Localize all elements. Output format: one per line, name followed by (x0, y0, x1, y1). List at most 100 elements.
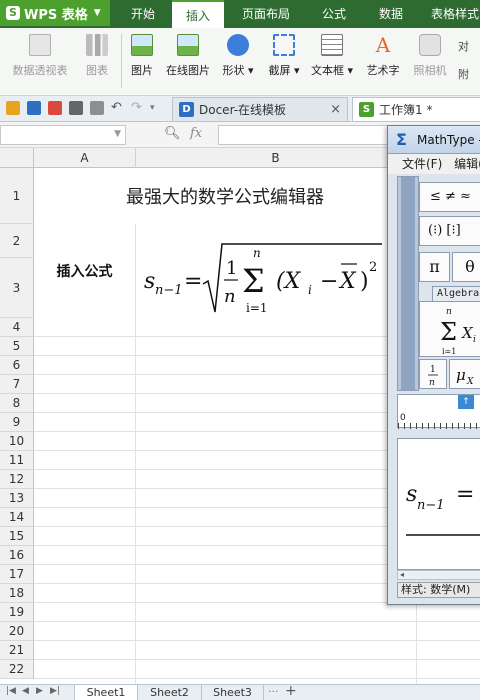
picture-label: 图片 (131, 64, 153, 77)
last-sheet-icon[interactable]: ▶| (50, 686, 60, 696)
add-sheet-icon[interactable]: + (285, 683, 297, 699)
print-preview-icon[interactable] (90, 101, 104, 115)
chart-button[interactable]: 图表 (80, 34, 114, 78)
row-header[interactable]: 15 (0, 527, 34, 546)
palette-tab-algebra[interactable]: Algebra (432, 286, 480, 301)
select-all-corner[interactable] (0, 148, 34, 168)
row-header[interactable]: 4 (0, 318, 34, 337)
palette-relations[interactable]: ≤ ≠ ≈ (419, 182, 480, 212)
row-header[interactable]: 20 (0, 622, 34, 641)
online-picture-button[interactable]: 在线图片 (162, 34, 214, 78)
prev-sheet-icon[interactable]: ◀ (22, 686, 29, 696)
tab-data[interactable]: 数据 (366, 0, 416, 28)
ribbon-small-item-2[interactable]: 附 (458, 66, 469, 82)
online-picture-icon (177, 34, 199, 56)
row-header[interactable]: 10 (0, 432, 34, 451)
row-header[interactable]: 6 (0, 356, 34, 375)
tab-home[interactable]: 开始 (116, 0, 170, 28)
screenshot-button[interactable]: 截屏 ▾ (264, 34, 304, 78)
camera-button[interactable]: 照相机 (410, 34, 450, 78)
shape-icon (227, 34, 249, 56)
sheet-tab-sheet1[interactable]: Sheet1 (74, 685, 138, 700)
sheet-tab-sheet3[interactable]: Sheet3 (202, 685, 264, 700)
more-sheets-icon[interactable]: ··· (268, 685, 279, 698)
mathtype-menu-edit[interactable]: 编辑( (454, 157, 480, 171)
open-folder-icon[interactable] (6, 101, 20, 115)
tab-workbook1[interactable]: S 工作簿1 * (352, 97, 480, 121)
textbox-button[interactable]: 文本框 ▾ (308, 34, 356, 78)
row-header[interactable]: 12 (0, 470, 34, 489)
formula-term: (X (276, 269, 302, 294)
mathtype-horizontal-scrollbar[interactable]: ◂ (397, 570, 480, 580)
ribbon-small-item-1[interactable]: 对 (458, 38, 469, 54)
chevron-down-icon: ▼ (93, 8, 101, 18)
formula-xbar: X (338, 269, 357, 294)
shape-button[interactable]: 形状 ▾ (218, 34, 258, 78)
print-icon[interactable] (69, 101, 83, 115)
row-header[interactable]: 16 (0, 546, 34, 565)
chevron-down-icon[interactable]: ▼ (114, 129, 121, 139)
scrollbar-thumb[interactable] (401, 177, 415, 390)
first-sheet-icon[interactable]: |◀ (6, 686, 16, 696)
tab-table-style[interactable]: 表格样式 (424, 0, 480, 28)
palette-theta[interactable]: θ (452, 252, 480, 282)
name-box[interactable]: ▼ (0, 125, 126, 145)
row-header[interactable]: 13 (0, 489, 34, 508)
customize-chevron-icon[interactable]: ▾ (150, 101, 164, 115)
palette-pi[interactable]: π (419, 252, 450, 282)
sheet-tab-bar: |◀ ◀ ▶ ▶| Sheet1 Sheet2 Sheet3 ··· + (0, 683, 480, 700)
wordart-button[interactable]: A 艺术字 (362, 34, 404, 78)
save-icon[interactable] (27, 101, 41, 115)
app-menu-button[interactable]: S WPS 表格 ▼ (0, 0, 110, 26)
sample-std-formula[interactable]: s n−1 = 1 n n Σ i=1 (X i − X ) 2 (136, 224, 416, 318)
row-header[interactable]: 2 (0, 224, 34, 258)
row-header[interactable]: 18 (0, 584, 34, 603)
row-header[interactable]: 11 (0, 451, 34, 470)
row-header[interactable]: 3 (0, 258, 34, 318)
tab-formulas[interactable]: 公式 (308, 0, 360, 28)
redo-icon[interactable]: ↷ (131, 101, 145, 115)
mathtype-menu-file[interactable]: 文件(F) (402, 157, 442, 171)
fraction-denominator: n (224, 286, 236, 307)
cell-a1-title[interactable]: 最强大的数学公式编辑器 (34, 168, 416, 224)
insert-function-icon[interactable]: fx (190, 126, 202, 141)
camera-icon (419, 34, 441, 56)
row-header[interactable]: 19 (0, 603, 34, 622)
mu-template-graphic: μ X (456, 366, 474, 387)
online-picture-label: 在线图片 (166, 64, 210, 77)
sheet-tab-sheet2[interactable]: Sheet2 (138, 685, 202, 700)
tab-page-layout[interactable]: 页面布局 (232, 0, 300, 28)
mathtype-vertical-scrollbar[interactable] (397, 176, 419, 391)
palette-mu-template[interactable]: μ X (449, 359, 480, 389)
textbox-icon (321, 34, 343, 56)
row-header[interactable]: 17 (0, 565, 34, 584)
undo-icon[interactable]: ↶ (111, 101, 125, 115)
row-header[interactable]: 22 (0, 660, 34, 679)
cell-b2-formula-object[interactable]: s n−1 = 1 n n Σ i=1 (X i − X ) 2 (136, 224, 416, 318)
palette-fences[interactable]: (⁝) [⁝] (419, 216, 480, 246)
cell-a2-insert-formula[interactable]: 插入公式 (34, 224, 135, 318)
next-sheet-icon[interactable]: ▶ (36, 686, 43, 696)
tab-insert[interactable]: 插入 (172, 0, 224, 28)
column-header-b[interactable]: B (136, 148, 416, 168)
column-header-a[interactable]: A (34, 148, 136, 168)
picture-button[interactable]: 图片 (126, 34, 158, 78)
row-header[interactable]: 1 (0, 168, 34, 224)
row-header[interactable]: 5 (0, 337, 34, 356)
row-header[interactable]: 7 (0, 375, 34, 394)
export-pdf-icon[interactable] (48, 101, 62, 115)
palette-fraction-template[interactable]: 1 n (419, 359, 447, 389)
close-icon[interactable]: × (330, 98, 341, 122)
palette-summation-template[interactable]: n Σ i=1 X i (419, 301, 480, 357)
zoom-search-icon[interactable]: 🔍︎ (164, 126, 181, 141)
tab-docer-templates[interactable]: D Docer-在线模板 × (172, 97, 348, 121)
row-header[interactable]: 14 (0, 508, 34, 527)
row-header[interactable]: 8 (0, 394, 34, 413)
row-header[interactable]: 9 (0, 413, 34, 432)
tab-stop-icon[interactable]: ↑ (458, 395, 474, 409)
mathtype-editing-area[interactable]: s n−1 = (397, 438, 480, 570)
pivot-table-button[interactable]: 数据透视表 (8, 34, 72, 78)
mathtype-ruler[interactable]: ↑ 0 (397, 394, 480, 429)
mathtype-titlebar[interactable]: Σ MathType - (388, 126, 480, 154)
row-header[interactable]: 21 (0, 641, 34, 660)
